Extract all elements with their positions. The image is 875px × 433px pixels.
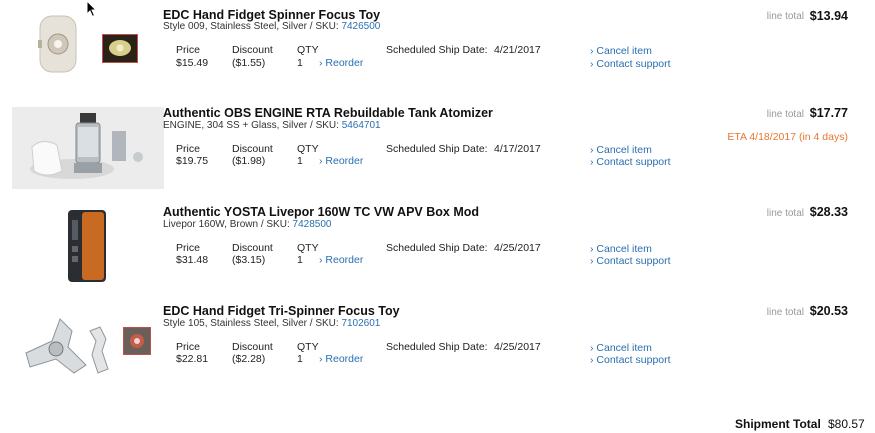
sku-link[interactable]: 7428500 <box>293 219 332 230</box>
order-item: Authentic YOSTA Livepor 160W TC VW APV B… <box>0 198 875 290</box>
discount-value: ($3.15) <box>232 254 266 266</box>
order-item: EDC Hand Fidget Tri-Spinner Focus Toy St… <box>0 297 875 389</box>
tri-spinner-image[interactable] <box>16 311 118 383</box>
contact-support-link[interactable]: › Contact support <box>590 58 671 70</box>
product-title[interactable]: EDC Hand Fidget Tri-Spinner Focus Toy <box>163 304 400 318</box>
product-options: Style 009, Stainless Steel, Silver / SKU… <box>163 21 381 32</box>
price-value: $22.81 <box>176 353 209 365</box>
product-title[interactable]: EDC Hand Fidget Spinner Focus Toy <box>163 8 380 22</box>
cancel-item-link[interactable]: › Cancel item <box>590 144 652 156</box>
product-options: Style 105, Stainless Steel, Silver / SKU… <box>163 318 381 329</box>
qty-label: QTY <box>297 44 319 56</box>
price-label: Price <box>176 143 200 155</box>
scheduled-ship-label: Scheduled Ship Date: <box>386 242 488 254</box>
tri-spinner-thumbnail[interactable] <box>123 327 151 355</box>
discount-value: ($1.55) <box>232 57 266 69</box>
price-label: Price <box>176 242 200 254</box>
contact-support-link[interactable]: › Contact support <box>590 156 671 168</box>
scheduled-ship-label: Scheduled Ship Date: <box>386 143 488 155</box>
discount-value: ($1.98) <box>232 155 266 167</box>
ship-date-value: 4/17/2017 <box>494 143 541 155</box>
qty-label: QTY <box>297 143 319 155</box>
shipment-total-label: Shipment Total <box>735 417 821 431</box>
price-label: Price <box>176 341 200 353</box>
qty-value: 1 <box>297 57 303 69</box>
price-value: $31.48 <box>176 254 209 266</box>
product-title[interactable]: Authentic YOSTA Livepor 160W TC VW APV B… <box>163 205 479 219</box>
reorder-link[interactable]: › Reorder <box>319 57 363 69</box>
order-item: Authentic OBS ENGINE RTA Rebuildable Tan… <box>0 99 875 191</box>
reorder-link[interactable]: › Reorder <box>319 254 363 266</box>
ship-date-value: 4/21/2017 <box>494 44 541 56</box>
tank-atomizer-image[interactable] <box>12 107 164 189</box>
price-label: Price <box>176 44 200 56</box>
price-value: $15.49 <box>176 57 209 69</box>
discount-label: Discount <box>232 242 273 254</box>
product-options: Livepor 160W, Brown / SKU: 7428500 <box>163 219 332 230</box>
qty-label: QTY <box>297 341 319 353</box>
line-total-value: $17.77 <box>809 106 848 120</box>
qty-value: 1 <box>297 254 303 266</box>
line-total-label: line total <box>766 109 804 120</box>
product-options: ENGINE, 304 SS + Glass, Silver / SKU: 54… <box>163 120 381 131</box>
cancel-item-link[interactable]: › Cancel item <box>590 342 652 354</box>
sku-link[interactable]: 7102601 <box>341 318 380 329</box>
price-value: $19.75 <box>176 155 209 167</box>
scheduled-ship-label: Scheduled Ship Date: <box>386 341 488 353</box>
qty-value: 1 <box>297 155 303 167</box>
line-total-value: $13.94 <box>809 9 848 23</box>
qty-value: 1 <box>297 353 303 365</box>
sku-link[interactable]: 5464701 <box>342 120 381 131</box>
fidget-spinner-image[interactable] <box>36 14 80 74</box>
product-title[interactable]: Authentic OBS ENGINE RTA Rebuildable Tan… <box>163 106 493 120</box>
cancel-item-link[interactable]: › Cancel item <box>590 243 652 255</box>
contact-support-link[interactable]: › Contact support <box>590 255 671 267</box>
discount-label: Discount <box>232 44 273 56</box>
qty-label: QTY <box>297 242 319 254</box>
discount-value: ($2.28) <box>232 353 266 365</box>
line-total-value: $28.33 <box>809 205 848 219</box>
discount-label: Discount <box>232 143 273 155</box>
shipment-total-value: $80.57 <box>828 417 865 431</box>
contact-support-link[interactable]: › Contact support <box>590 354 671 366</box>
order-item: EDC Hand Fidget Spinner Focus Toy Style … <box>0 0 875 92</box>
ship-date-value: 4/25/2017 <box>494 242 541 254</box>
line-total-label: line total <box>766 11 804 22</box>
eta-notice: ETA 4/18/2017 (in 4 days) <box>727 131 848 143</box>
scheduled-ship-label: Scheduled Ship Date: <box>386 44 488 56</box>
line-total-value: $20.53 <box>809 304 848 318</box>
fidget-spinner-thumbnail[interactable] <box>102 34 138 63</box>
discount-label: Discount <box>232 341 273 353</box>
ship-date-value: 4/25/2017 <box>494 341 541 353</box>
reorder-link[interactable]: › Reorder <box>319 353 363 365</box>
line-total-label: line total <box>766 208 804 219</box>
line-total-label: line total <box>766 307 804 318</box>
cancel-item-link[interactable]: › Cancel item <box>590 45 652 57</box>
reorder-link[interactable]: › Reorder <box>319 155 363 167</box>
box-mod-image[interactable] <box>62 206 112 288</box>
sku-link[interactable]: 7426500 <box>341 21 380 32</box>
